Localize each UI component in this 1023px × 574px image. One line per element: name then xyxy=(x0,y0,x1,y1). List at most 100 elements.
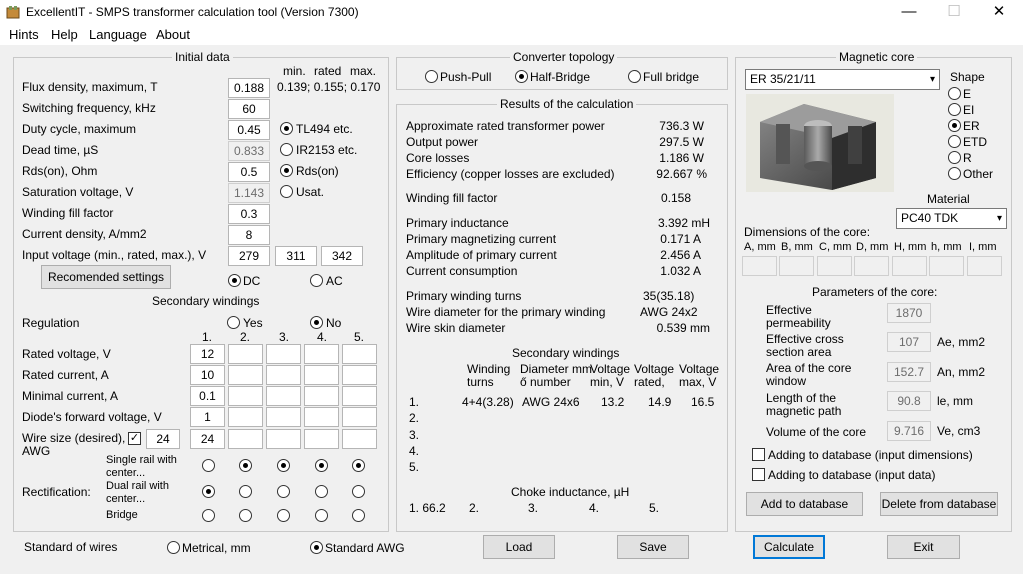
maximize-button[interactable]: ☐ xyxy=(931,0,977,25)
single-rail-radio-4[interactable] xyxy=(315,459,328,472)
input-voltage-min[interactable]: 279 xyxy=(228,246,270,266)
duty-input[interactable]: 0.45 xyxy=(228,120,270,140)
diode-voltage-2[interactable] xyxy=(228,407,263,427)
ir2153-radio[interactable] xyxy=(280,143,293,156)
rds-radio[interactable] xyxy=(280,164,293,177)
min-current-1[interactable]: 0.1 xyxy=(190,386,225,406)
ac-radio[interactable] xyxy=(310,274,323,287)
single-rail-radio-1[interactable] xyxy=(202,459,215,472)
save-button[interactable]: Save xyxy=(617,535,689,559)
dual-rail-radio-4[interactable] xyxy=(315,485,328,498)
wire-size-1[interactable]: 24 xyxy=(190,429,225,449)
close-button[interactable]: ✕ xyxy=(976,0,1022,25)
wire-size-4[interactable] xyxy=(304,429,339,449)
shape-etd-radio[interactable] xyxy=(948,135,961,148)
single-rail-radio-2[interactable] xyxy=(239,459,252,472)
dc-radio[interactable] xyxy=(228,274,241,287)
wire-size-3[interactable] xyxy=(266,429,301,449)
single-rail-radio-5[interactable] xyxy=(352,459,365,472)
calculate-button[interactable]: Calculate xyxy=(753,535,825,559)
result-value: 35(35.18) xyxy=(643,289,695,303)
rated-current-2[interactable] xyxy=(228,365,263,385)
single-rail-radio-3[interactable] xyxy=(277,459,290,472)
input-voltage-max[interactable]: 342 xyxy=(321,246,363,266)
rated-voltage-2[interactable] xyxy=(228,344,263,364)
bridge-radio-4[interactable] xyxy=(315,509,328,522)
shape-er-radio[interactable] xyxy=(948,119,961,132)
rated-voltage-4[interactable] xyxy=(304,344,339,364)
add-data-checkbox[interactable] xyxy=(752,468,765,481)
exit-button[interactable]: Exit xyxy=(887,535,960,559)
freq-input[interactable]: 60 xyxy=(228,99,270,119)
tl494-radio[interactable] xyxy=(280,122,293,135)
rectification-label: Rectification: xyxy=(22,485,91,499)
material-select[interactable]: PC40 TDK ▾ xyxy=(896,208,1007,229)
diode-voltage-1[interactable]: 1 xyxy=(190,407,225,427)
rated-voltage-1[interactable]: 12 xyxy=(190,344,225,364)
rated-current-3[interactable] xyxy=(266,365,301,385)
dim-i-label: I, mm xyxy=(969,241,997,253)
dual-rail-radio-1[interactable] xyxy=(202,485,215,498)
flux-input[interactable]: 0.188 xyxy=(228,78,270,98)
shape-r-radio[interactable] xyxy=(948,151,961,164)
load-button[interactable]: Load xyxy=(483,535,555,559)
dual-rail-radio-3[interactable] xyxy=(277,485,290,498)
rated-voltage-3[interactable] xyxy=(266,344,301,364)
min-current-4[interactable] xyxy=(304,386,339,406)
diode-voltage-3[interactable] xyxy=(266,407,301,427)
dual-rail-radio-2[interactable] xyxy=(239,485,252,498)
regulation-no-label: No xyxy=(326,316,342,330)
regulation-yes-radio[interactable] xyxy=(227,316,240,329)
sec-row-number: 1. xyxy=(409,395,420,409)
min-current-3[interactable] xyxy=(266,386,301,406)
add-dims-checkbox[interactable] xyxy=(752,448,765,461)
menu-hints[interactable]: Hints xyxy=(9,27,39,42)
add-to-database-button[interactable]: Add to database xyxy=(746,492,863,516)
rated-voltage-5[interactable] xyxy=(342,344,377,364)
sec-row-vmax: 16.5 xyxy=(691,395,715,409)
bridge-radio-3[interactable] xyxy=(277,509,290,522)
menu-language[interactable]: Language xyxy=(89,27,147,42)
shape-e-radio[interactable] xyxy=(948,87,961,100)
rated-current-4[interactable] xyxy=(304,365,339,385)
menu-help[interactable]: Help xyxy=(51,27,78,42)
input-voltage-rated[interactable]: 311 xyxy=(275,246,317,266)
duty-label: Duty cycle, maximum xyxy=(22,122,137,136)
delete-from-database-button[interactable]: Delete from database xyxy=(880,492,998,516)
min-current-5[interactable] xyxy=(342,386,377,406)
core-select[interactable]: ER 35/21/11 ▾ xyxy=(745,69,940,90)
rated-current-1[interactable]: 10 xyxy=(190,365,225,385)
wire-size-2[interactable] xyxy=(228,429,263,449)
dim-h-input xyxy=(892,256,927,276)
recommended-settings-button[interactable]: Recomended settings xyxy=(41,265,171,289)
push-pull-radio[interactable] xyxy=(425,70,438,83)
wire-size-5[interactable] xyxy=(342,429,377,449)
shape-ei-radio[interactable] xyxy=(948,103,961,116)
bridge-radio-1[interactable] xyxy=(202,509,215,522)
rated-current-5[interactable] xyxy=(342,365,377,385)
metrical-radio[interactable] xyxy=(167,541,180,554)
usat-radio[interactable] xyxy=(280,185,293,198)
wire-size-checkbox[interactable]: ✓ xyxy=(128,432,141,445)
bridge-radio-5[interactable] xyxy=(352,509,365,522)
bridge-radio-2[interactable] xyxy=(239,509,252,522)
min-current-2[interactable] xyxy=(228,386,263,406)
menu-about[interactable]: About xyxy=(156,27,190,42)
full-bridge-radio[interactable] xyxy=(628,70,641,83)
result-value: 3.392 mH xyxy=(657,216,710,230)
awg-radio[interactable] xyxy=(310,541,323,554)
fill-input[interactable]: 0.3 xyxy=(228,204,270,224)
wire-size-default-input[interactable]: 24 xyxy=(146,429,180,449)
current-density-input[interactable]: 8 xyxy=(228,225,270,245)
dual-rail-radio-5[interactable] xyxy=(352,485,365,498)
result-label: Amplitude of primary current xyxy=(406,248,557,262)
magnetic-path-label-2: magnetic path xyxy=(766,404,842,418)
result-label: Primary inductance xyxy=(406,216,509,230)
regulation-no-radio[interactable] xyxy=(310,316,323,329)
rds-input[interactable]: 0.5 xyxy=(228,162,270,182)
half-bridge-radio[interactable] xyxy=(515,70,528,83)
minimize-button[interactable]: — xyxy=(886,0,932,25)
diode-voltage-4[interactable] xyxy=(304,407,339,427)
diode-voltage-5[interactable] xyxy=(342,407,377,427)
shape-other-radio[interactable] xyxy=(948,167,961,180)
